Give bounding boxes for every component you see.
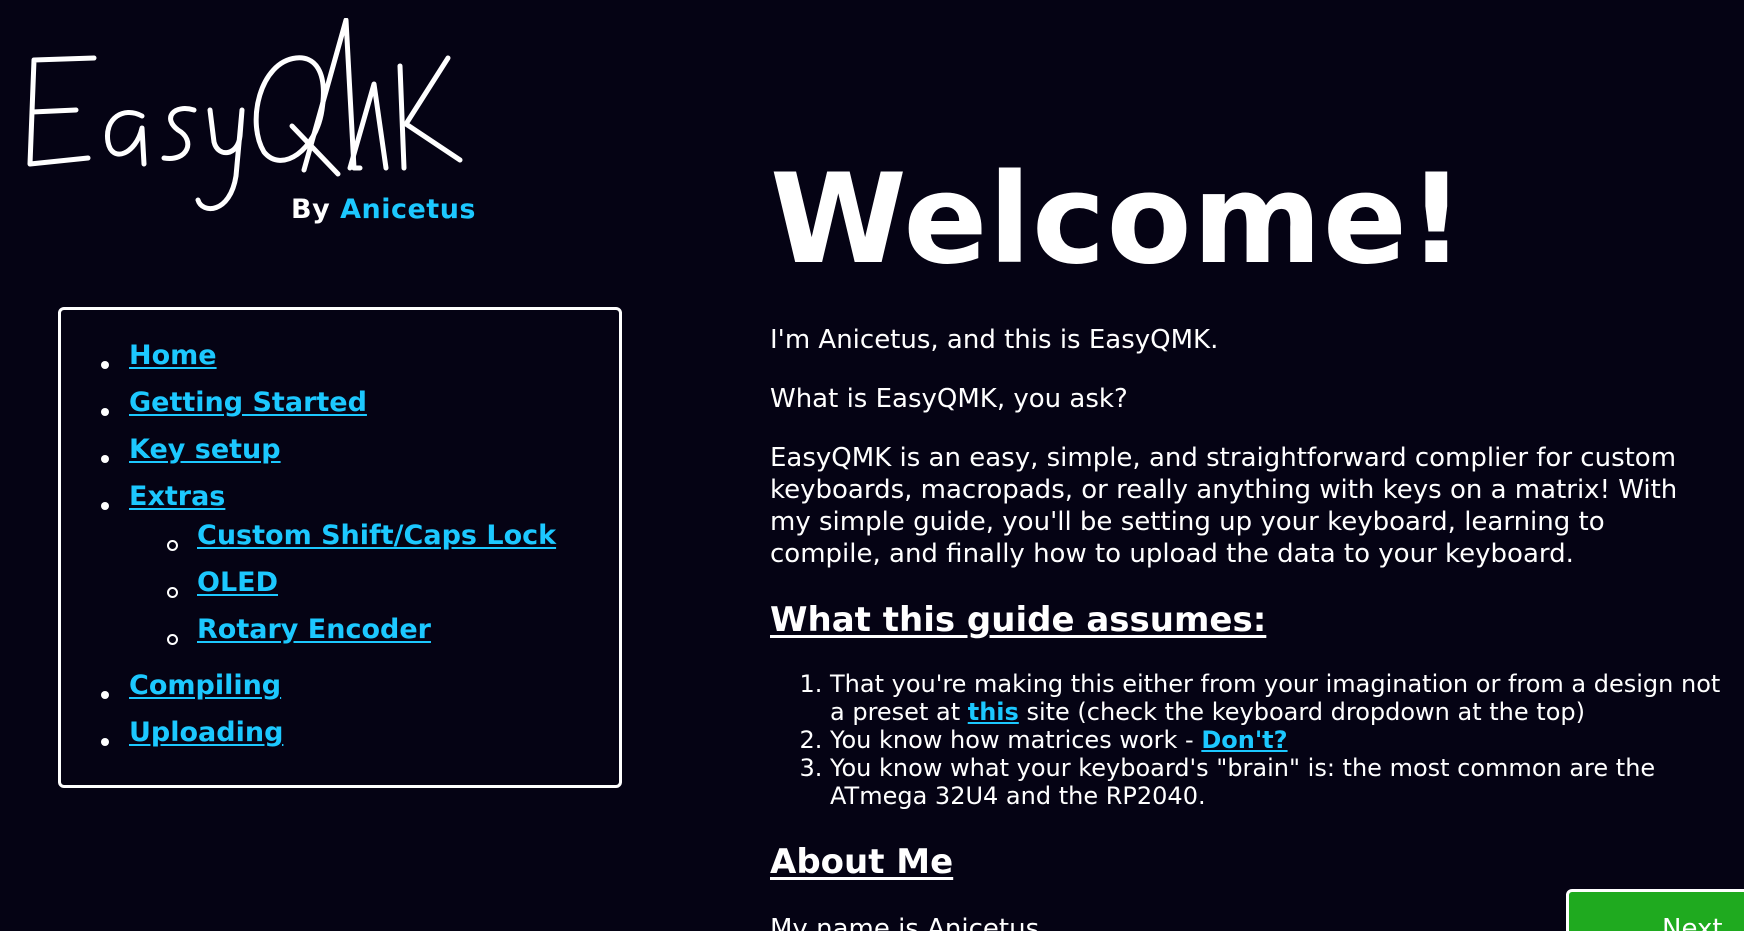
list-item-text: You know what your keyboard's "brain" is… xyxy=(830,754,1656,782)
assumes-list: That you're making this either from your… xyxy=(770,670,1744,810)
page-title: Welcome! xyxy=(770,148,1466,292)
about-text: My name is Anicetus xyxy=(770,914,1040,931)
description-line: keyboards, macropads, or really anything… xyxy=(770,475,1678,505)
description-line: EasyQMK is an easy, simple, and straight… xyxy=(770,443,1677,473)
list-item-text: That you're making this either from your… xyxy=(830,670,1721,698)
nav-link-custom-shift-caps-lock[interactable]: Custom Shift/Caps Lock xyxy=(197,520,556,551)
nav-link-oled[interactable]: OLED xyxy=(197,567,278,598)
nav-link-key-setup[interactable]: Key setup xyxy=(129,434,281,465)
next-button[interactable]: Next xyxy=(1566,889,1744,931)
list-item: That you're making this either from your… xyxy=(830,670,1744,726)
description-paragraph: EasyQMK is an easy, simple, and straight… xyxy=(770,442,1700,570)
author-name: Anicetus xyxy=(340,194,476,225)
nav-item-extras[interactable]: Extras xyxy=(129,481,225,512)
nav-link-extras[interactable]: Extras xyxy=(129,481,225,512)
intro-text: I'm Anicetus, and this is EasyQMK. xyxy=(770,325,1219,355)
sub-bullet-icon xyxy=(167,587,178,598)
list-item: You know what your keyboard's "brain" is… xyxy=(830,754,1744,810)
bullet-icon xyxy=(101,361,109,369)
list-item: You know how matrices work - Don't? xyxy=(830,726,1744,754)
bullet-icon xyxy=(101,738,109,746)
nav-link-getting-started[interactable]: Getting Started xyxy=(129,387,367,418)
about-heading: About Me xyxy=(770,842,954,882)
logo[interactable]: By Anicetus xyxy=(24,18,504,225)
nav-item-home[interactable]: Home xyxy=(129,340,217,371)
nav-link-home[interactable]: Home xyxy=(129,340,217,371)
easyqmk-wordmark-logo xyxy=(27,18,463,212)
question-text: What is EasyQMK, you ask? xyxy=(770,384,1128,414)
list-item-text: You know how matrices work - xyxy=(830,726,1202,754)
description-line: my simple guide, you'll be setting up yo… xyxy=(770,507,1605,537)
nav-subitem-custom-shift[interactable]: Custom Shift/Caps Lock xyxy=(197,520,556,551)
page: By Anicetus Home Getting Started Key set… xyxy=(0,0,1744,931)
description-line: compile, and finally how to upload the d… xyxy=(770,539,1574,569)
sidebar-nav: Home Getting Started Key setup Extras Cu… xyxy=(58,307,622,788)
list-item-text: a preset at xyxy=(830,698,968,726)
nav-link-uploading[interactable]: Uploading xyxy=(129,717,283,748)
sub-bullet-icon xyxy=(167,634,178,645)
nav-item-uploading[interactable]: Uploading xyxy=(129,717,283,748)
byline: By Anicetus xyxy=(291,194,476,225)
nav-subitem-oled[interactable]: OLED xyxy=(197,567,278,598)
nav-item-compiling[interactable]: Compiling xyxy=(129,670,281,701)
nav-subitem-rotary-encoder[interactable]: Rotary Encoder xyxy=(197,614,431,645)
nav-item-key-setup[interactable]: Key setup xyxy=(129,434,281,465)
bullet-icon xyxy=(101,691,109,699)
list-item-text: ATmega 32U4 and the RP2040. xyxy=(830,782,1206,810)
bullet-icon xyxy=(101,502,109,510)
list-item-text: site (check the keyboard dropdown at the… xyxy=(1018,698,1585,726)
next-button-label: Next xyxy=(1662,914,1723,931)
assumes-heading: What this guide assumes: xyxy=(770,600,1267,640)
sub-bullet-icon xyxy=(167,540,178,551)
matrices-help-link[interactable]: Don't? xyxy=(1201,726,1287,754)
this-site-link[interactable]: this xyxy=(968,698,1019,726)
bullet-icon xyxy=(101,408,109,416)
bullet-icon xyxy=(101,455,109,463)
nav-link-compiling[interactable]: Compiling xyxy=(129,670,281,701)
nav-link-rotary-encoder[interactable]: Rotary Encoder xyxy=(197,614,431,645)
nav-item-getting-started[interactable]: Getting Started xyxy=(129,387,367,418)
by-label: By xyxy=(291,194,331,225)
